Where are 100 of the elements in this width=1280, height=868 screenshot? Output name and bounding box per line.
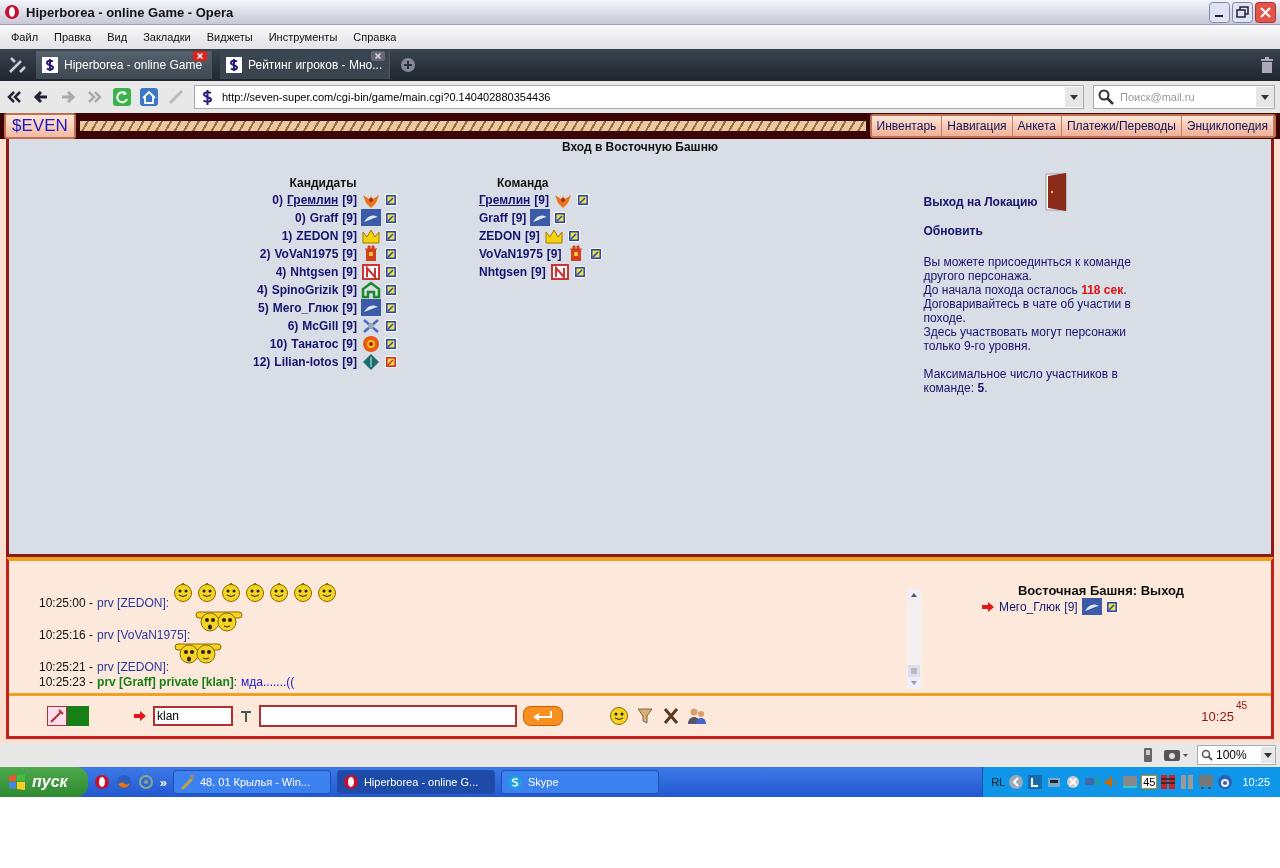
- info-icon[interactable]: [1105, 601, 1118, 613]
- message-sender: prv [VoVaN1975]: [97, 627, 187, 642]
- camera-icon[interactable]: [1163, 747, 1189, 763]
- exit-link[interactable]: Выход на Локацию: [923, 195, 1038, 212]
- text-icon[interactable]: [239, 709, 253, 723]
- info-icon[interactable]: [385, 356, 397, 368]
- info-icon[interactable]: [554, 212, 567, 224]
- scroll-thumb-icon[interactable]: [908, 665, 920, 677]
- emblem-icon: [1081, 598, 1102, 616]
- game-nav-link[interactable]: Навигация: [942, 116, 1013, 136]
- tray-app-icon[interactable]: [1065, 774, 1082, 790]
- trash-icon[interactable]: [1260, 56, 1274, 74]
- dropdown-icon[interactable]: [1261, 747, 1275, 763]
- dropdown-icon[interactable]: [1256, 87, 1274, 107]
- taskbar-button[interactable]: 48. 01 Крылья - Win...: [172, 770, 331, 794]
- player-level: [9]: [342, 193, 357, 207]
- message-text: мда.......((: [241, 675, 295, 689]
- menu-item[interactable]: Инструменты: [260, 31, 346, 43]
- info-icon[interactable]: [567, 230, 580, 242]
- chevron-icon[interactable]: [1008, 774, 1025, 790]
- smiley-button[interactable]: [609, 706, 629, 726]
- taskbar-button[interactable]: Hiperborea - online G...: [336, 770, 495, 794]
- home-button[interactable]: [140, 88, 158, 106]
- back-button[interactable]: [32, 88, 50, 106]
- new-tab-icon[interactable]: [400, 57, 416, 73]
- menu-item[interactable]: Вид: [99, 31, 136, 43]
- tray-counter[interactable]: 45: [1141, 775, 1158, 789]
- dollar-icon: [42, 57, 58, 73]
- menu-item[interactable]: Закладки: [135, 31, 199, 43]
- device-icon[interactable]: [1141, 747, 1155, 763]
- message-field[interactable]: [259, 705, 517, 727]
- color-swatch[interactable]: [67, 706, 89, 726]
- info-text: Вы можете присоединться к команде другого персонажа. До начала похода осталось 118 сек. Договаривайтесь в чате об участии в походе. Здесь участвовать могут персонажи только 9-го уровня.: [923, 255, 1132, 353]
- message-colon: :: [233, 675, 238, 689]
- smiley-icon: [245, 581, 266, 602]
- users-button[interactable]: [687, 706, 707, 726]
- player-link[interactable]: Гремлин: [287, 193, 339, 207]
- keyboard-layout[interactable]: RL: [991, 776, 1006, 788]
- info-icon[interactable]: [577, 194, 589, 206]
- info-icon[interactable]: [385, 338, 397, 350]
- opera-logo-icon[interactable]: [93, 774, 110, 790]
- channel-field[interactable]: klan: [153, 706, 233, 726]
- player-name: Lilian-lotos: [274, 355, 339, 369]
- info-icon[interactable]: [385, 194, 397, 206]
- door-icon[interactable]: [1043, 172, 1070, 212]
- clear-button[interactable]: [661, 706, 681, 726]
- search-field[interactable]: Поиск@mail.ru: [1093, 85, 1275, 109]
- scroll-up-icon[interactable]: [908, 589, 920, 601]
- info-icon[interactable]: [385, 248, 397, 260]
- emblem-icon: [361, 317, 381, 335]
- start-button[interactable]: пуск: [0, 767, 88, 797]
- close-tab-icon[interactable]: [193, 51, 207, 61]
- game-nav-link[interactable]: Платежи/Переводы: [1061, 116, 1182, 136]
- game-nav-link[interactable]: Инвентарь: [871, 116, 943, 136]
- message-time: 10:25:16 -: [39, 627, 94, 642]
- taskbar-button[interactable]: Skype: [500, 770, 659, 794]
- meter-icon[interactable]: [1160, 774, 1177, 790]
- info-icon[interactable]: [589, 248, 602, 260]
- browser-tab[interactable]: Рейтинг игроков - Мно...: [220, 51, 390, 79]
- info-icon[interactable]: [385, 302, 397, 314]
- zoom-field[interactable]: 100%: [1197, 745, 1276, 765]
- info-icon[interactable]: [385, 284, 397, 296]
- pipette-icon[interactable]: [47, 706, 67, 726]
- browser-tab[interactable]: Hiperborea - online Game: [36, 51, 212, 79]
- dropdown-icon[interactable]: [1065, 87, 1083, 107]
- info-icon[interactable]: [385, 320, 397, 332]
- info-icon[interactable]: [385, 230, 397, 242]
- close-tab-icon[interactable]: [371, 51, 385, 61]
- info-icon[interactable]: [385, 212, 397, 224]
- player-name: Nhtgsen: [479, 265, 527, 279]
- restore-button[interactable]: [1232, 1, 1253, 23]
- reload-button[interactable]: [113, 88, 131, 106]
- game-nav-link[interactable]: Анкета: [1012, 116, 1062, 136]
- more-button[interactable]: »: [159, 774, 167, 790]
- refresh-link[interactable]: Обновить: [923, 224, 1148, 241]
- player-level: [9]: [1064, 600, 1078, 614]
- emblem-icon: [361, 281, 381, 299]
- emblem-icon: [543, 227, 564, 245]
- info-icon[interactable]: [385, 266, 397, 278]
- chat-clock: 10:25: [1201, 708, 1234, 724]
- filter-button[interactable]: [635, 706, 655, 726]
- address-field[interactable]: http://seven-super.com/cgi-bin/game/main.cgi?0.140402880354436: [194, 85, 1084, 109]
- send-button[interactable]: [523, 706, 563, 726]
- info-icon[interactable]: [573, 266, 586, 278]
- menu-item[interactable]: Файл: [3, 31, 47, 43]
- menu-item[interactable]: Виджеты: [198, 31, 261, 43]
- smiley-icon: [269, 581, 290, 602]
- tray-app-icon[interactable]: [1217, 774, 1234, 790]
- column-heading: Кандидаты: [289, 176, 357, 190]
- tray-app-icon[interactable]: [1027, 774, 1044, 790]
- chat-clock-seconds: 45: [1235, 700, 1247, 711]
- game-nav-link[interactable]: Энциклопедия: [1181, 116, 1274, 136]
- menu-item[interactable]: Справка: [345, 31, 405, 43]
- smiley-icon: [221, 581, 242, 602]
- minimize-button[interactable]: [1209, 1, 1230, 23]
- location-title: Восточная Башня: Выход: [1016, 583, 1186, 598]
- player-link[interactable]: Гремлин: [479, 193, 531, 207]
- scrollbar[interactable]: [907, 589, 921, 689]
- close-button[interactable]: [1255, 1, 1276, 23]
- menu-item[interactable]: Правка: [46, 31, 100, 43]
